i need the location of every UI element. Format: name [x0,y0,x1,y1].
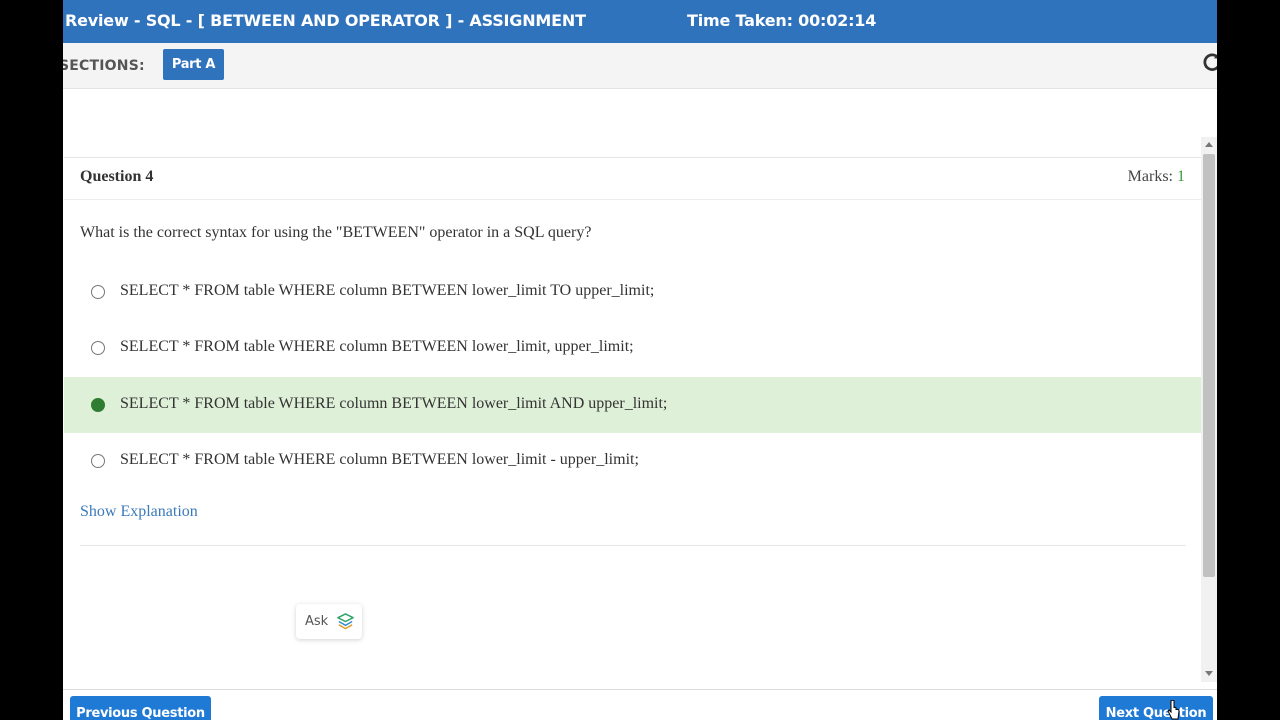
option-radio[interactable] [91,454,105,468]
layers-icon [337,613,354,630]
option-2[interactable]: SELECT * FROM table WHERE column BETWEEN… [64,320,1201,376]
marks-value: 1 [1177,168,1185,185]
scrollbar[interactable] [1201,137,1217,682]
option-radio[interactable] [91,341,105,355]
question-header: Question 4 Marks: 1 [64,158,1201,200]
mouse-cursor-icon [1167,700,1180,720]
option-text: SELECT * FROM table WHERE column BETWEEN… [120,451,639,468]
option-3-selected[interactable]: SELECT * FROM table WHERE column BETWEEN… [64,377,1201,433]
option-radio-selected[interactable] [91,398,105,412]
ask-label: Ask [305,614,329,629]
ask-button[interactable]: Ask [296,604,362,639]
time-taken: Time Taken: 00:02:14 [687,11,877,30]
scroll-up-icon[interactable] [1205,142,1213,147]
page-title: Review - SQL - [ BETWEEN AND OPERATOR ] … [65,11,586,30]
scrollbar-thumb[interactable] [1203,154,1215,577]
option-text: SELECT * FROM table WHERE column BETWEEN… [120,282,655,299]
next-question-button[interactable]: Next Question [1099,696,1213,720]
sections-label: SECTIONS: [63,58,145,74]
refresh-icon[interactable] [1201,51,1217,73]
sections-bar: SECTIONS: Part A [63,43,1217,89]
previous-question-button[interactable]: Previous Question [70,696,211,720]
question-number: Question 4 [80,168,154,185]
show-explanation-link[interactable]: Show Explanation [80,503,198,521]
section-tab-part-a[interactable]: Part A [163,49,224,80]
header-bar: Review - SQL - [ BETWEEN AND OPERATOR ] … [63,0,1217,43]
question-card: Question 4 Marks: 1 What is the correct s… [64,157,1201,547]
option-4[interactable]: SELECT * FROM table WHERE column BETWEEN… [64,433,1201,489]
option-radio[interactable] [91,285,105,299]
divider [80,545,1186,546]
question-text: What is the correct syntax for using the… [80,224,592,241]
scroll-down-icon[interactable] [1205,671,1213,676]
option-text: SELECT * FROM table WHERE column BETWEEN… [120,338,634,355]
footer-divider [63,689,1217,690]
marks: Marks: 1 [1128,168,1185,186]
marks-label: Marks: [1127,168,1173,185]
review-page: Review - SQL - [ BETWEEN AND OPERATOR ] … [63,0,1217,720]
option-1[interactable]: SELECT * FROM table WHERE column BETWEEN… [64,264,1201,320]
option-text: SELECT * FROM table WHERE column BETWEEN… [120,395,668,412]
